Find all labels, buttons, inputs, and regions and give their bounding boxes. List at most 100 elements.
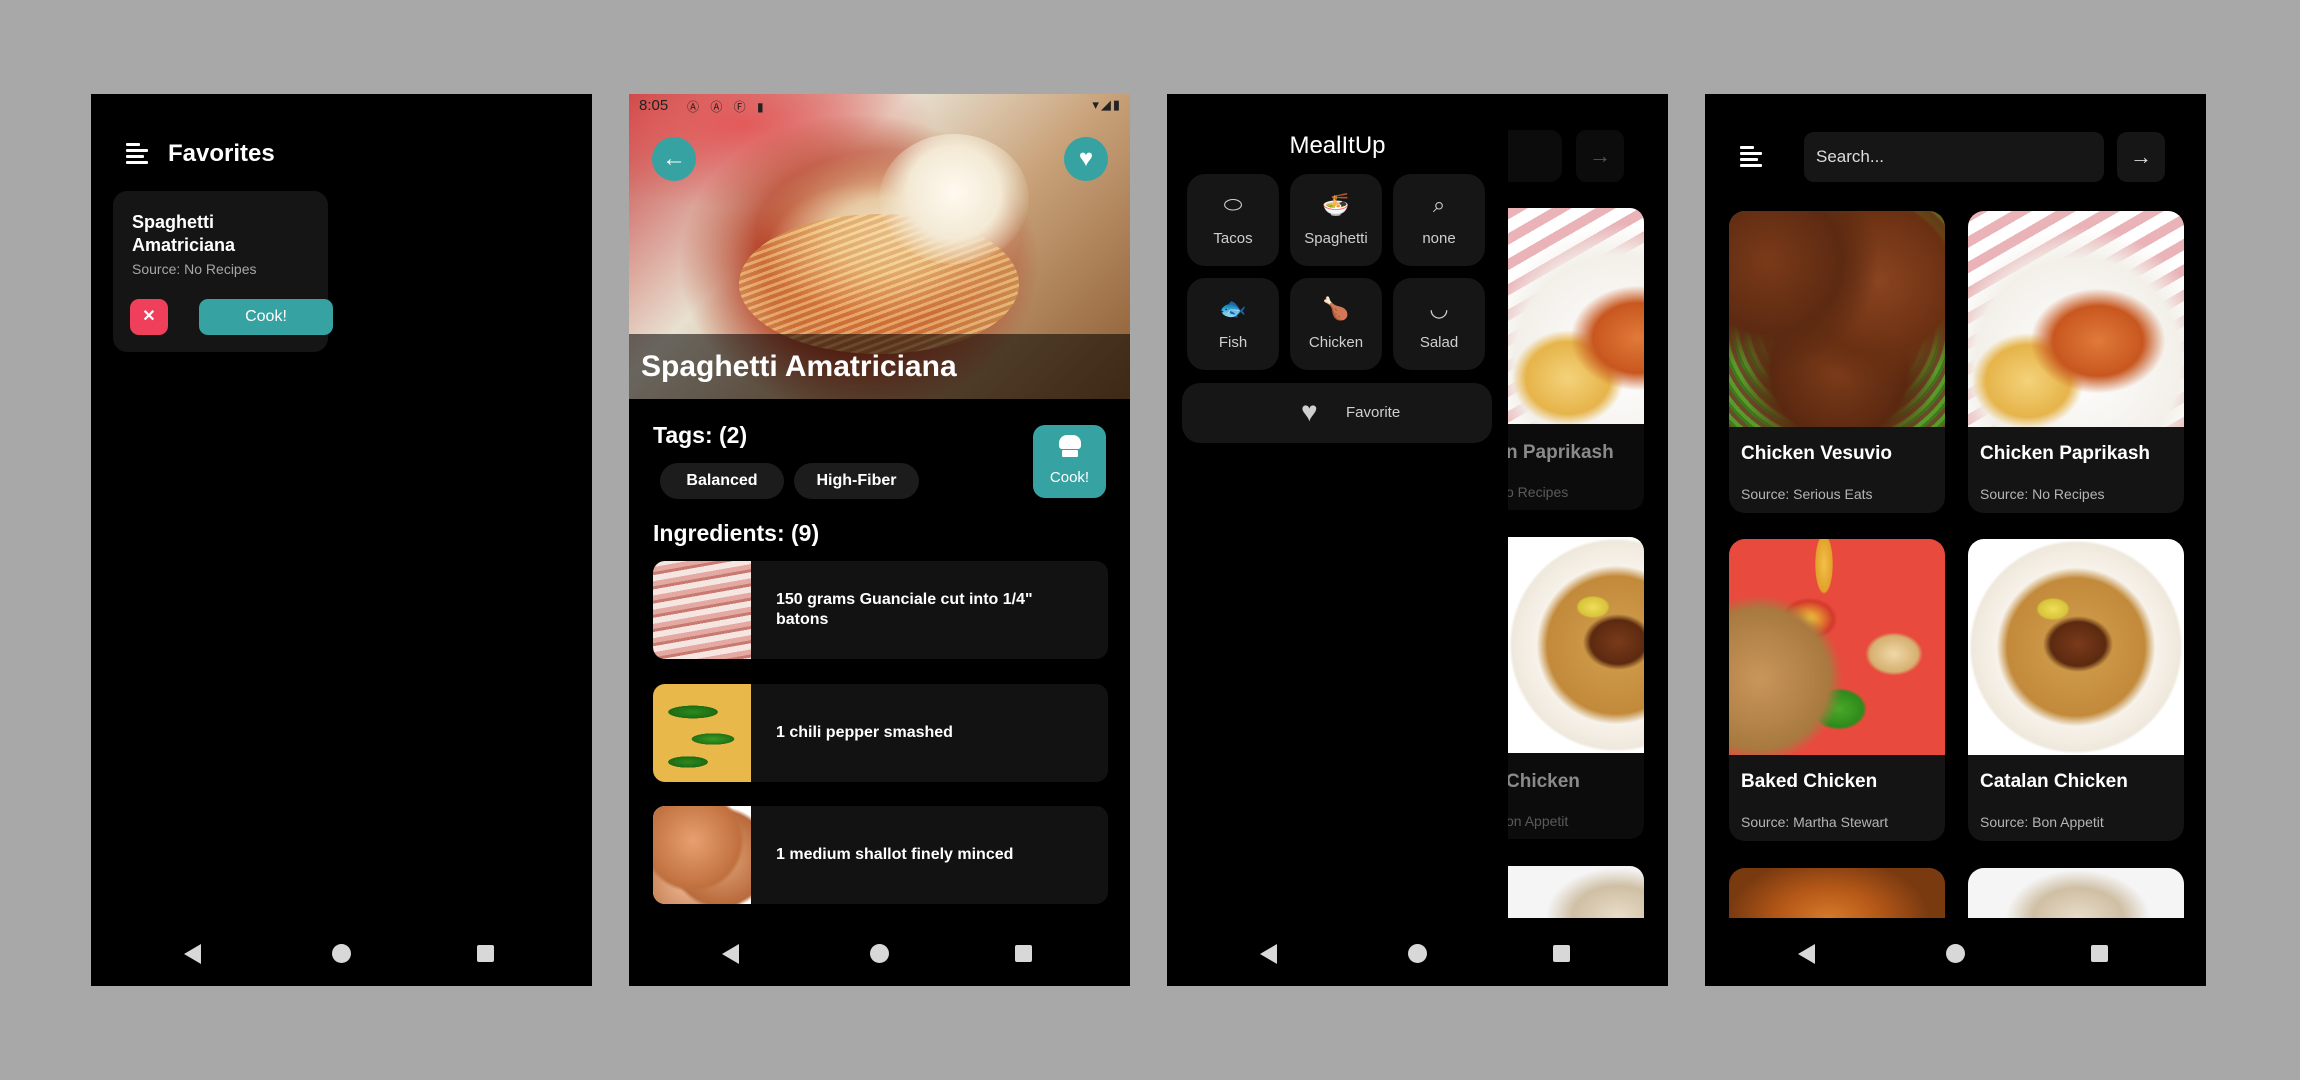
recipe-name: Baked Chicken bbox=[1741, 771, 1878, 792]
fish-icon: 🐟 bbox=[1219, 296, 1247, 321]
noodle-bowl-icon: 🍜 bbox=[1322, 192, 1350, 217]
recipe-name: Chicken Paprikash bbox=[1980, 443, 2151, 464]
recipe-card: n Paprikash o Recipes bbox=[1508, 208, 1644, 510]
category-label: Salad bbox=[1419, 334, 1459, 351]
back-arrow-icon[interactable]: ← bbox=[652, 137, 696, 181]
category-spaghetti[interactable]: 🍜 Spaghetti bbox=[1290, 174, 1382, 266]
recipe-card bbox=[1508, 866, 1644, 918]
search-input[interactable]: Search... bbox=[1804, 132, 2104, 182]
navigation-drawer: MealItUp ⬭ Tacos 🍜 Spaghetti ⌕ none 🐟 Fi… bbox=[1167, 94, 1508, 918]
recipe-photo bbox=[1729, 539, 1945, 755]
recipe-source: on Appetit bbox=[1508, 813, 1569, 829]
salad-bowl-icon: ◡ bbox=[1429, 296, 1449, 321]
tag-chip[interactable]: High-Fiber bbox=[794, 463, 919, 499]
guanciale-thumbnail bbox=[653, 561, 751, 659]
ingredients-heading: Ingredients: (9) bbox=[653, 520, 820, 546]
category-label: none bbox=[1422, 230, 1456, 247]
recipe-card[interactable]: Catalan Chicken Source: Bon Appetit bbox=[1968, 539, 2184, 841]
recipe-source: o Recipes bbox=[1508, 484, 1569, 500]
page-title: Favorites bbox=[168, 140, 275, 167]
category-label: Tacos bbox=[1213, 230, 1253, 247]
category-tacos[interactable]: ⬭ Tacos bbox=[1187, 174, 1279, 266]
status-bar: 8:05 Ⓐ Ⓐ Ⓕ ▮ ▾◢▮ bbox=[629, 94, 1130, 116]
category-fish[interactable]: 🐟 Fish bbox=[1187, 278, 1279, 370]
category-salad[interactable]: ◡ Salad bbox=[1393, 278, 1485, 370]
obscured-recipe-list: → n Paprikash o Recipes Chicken on Appet… bbox=[1508, 94, 1668, 918]
arrow-right-icon[interactable]: → bbox=[2117, 132, 2165, 182]
nav-recents-icon[interactable] bbox=[477, 945, 494, 962]
ingredient-item: 150 grams Guanciale cut into 1/4" batons bbox=[653, 561, 1108, 659]
app-title: MealItUp bbox=[1289, 132, 1386, 159]
recipe-name: Chicken Vesuvio bbox=[1741, 443, 1893, 464]
system-nav-bar bbox=[91, 918, 592, 986]
favorite-recipe-card[interactable]: Spaghetti Amatriciana Source: No Recipes… bbox=[113, 191, 333, 352]
shallot-thumbnail bbox=[653, 806, 751, 904]
battery-signal-icons: ▾◢▮ bbox=[1092, 97, 1122, 112]
recipe-hero-image: Spaghetti Amatriciana bbox=[629, 94, 1130, 399]
cook-label: Cook! bbox=[1049, 469, 1090, 486]
recipe-grid-screen: Search... → Chicken Vesuvio Source: Seri… bbox=[1705, 94, 2206, 986]
remove-favorite-button[interactable]: ✕ bbox=[130, 299, 168, 335]
category-label: Spaghetti bbox=[1304, 230, 1368, 247]
recipe-photo bbox=[1968, 211, 2184, 427]
heart-icon[interactable]: ♥ bbox=[1064, 137, 1108, 181]
nav-home-icon[interactable] bbox=[332, 944, 351, 963]
category-chicken[interactable]: 🍗 Chicken bbox=[1290, 278, 1382, 370]
system-nav-bar bbox=[1167, 918, 1668, 986]
nav-back-icon[interactable] bbox=[184, 944, 201, 964]
nav-home-icon[interactable] bbox=[870, 944, 889, 963]
favorite-button[interactable]: ♥ Favorite bbox=[1182, 383, 1492, 443]
category-label: Chicken bbox=[1308, 334, 1364, 351]
drumstick-icon: 🍗 bbox=[1322, 296, 1350, 321]
tags-heading: Tags: (2) bbox=[653, 422, 748, 448]
nav-back-icon[interactable] bbox=[722, 944, 739, 964]
recipe-title: Spaghetti Amatriciana bbox=[641, 350, 957, 383]
recipe-source: Source: Bon Appetit bbox=[1980, 814, 2104, 830]
chili-thumbnail bbox=[653, 684, 751, 782]
favorite-label: Favorite bbox=[1346, 404, 1401, 421]
recipe-name: Chicken bbox=[1508, 771, 1580, 792]
notification-icons: Ⓐ Ⓐ Ⓕ ▮ bbox=[687, 100, 768, 114]
tag-chip[interactable]: Balanced bbox=[660, 463, 784, 499]
search-icon: ⌕ bbox=[1432, 192, 1446, 217]
chef-hat-icon bbox=[1059, 435, 1081, 457]
nav-recents-icon[interactable] bbox=[1015, 945, 1032, 962]
recipe-source: Source: Serious Eats bbox=[1741, 486, 1873, 502]
recipe-source: Source: No Recipes bbox=[1980, 486, 2105, 502]
ingredient-text: 1 medium shallot finely minced bbox=[776, 846, 1014, 863]
arrow-right-icon: → bbox=[1576, 130, 1624, 182]
ingredient-item: 1 medium shallot finely minced bbox=[653, 806, 1108, 904]
recipe-card: Chicken on Appetit bbox=[1508, 537, 1644, 839]
nav-back-icon[interactable] bbox=[1260, 944, 1277, 964]
recipe-photo bbox=[1968, 539, 2184, 755]
ingredient-text: 150 grams Guanciale cut into 1/4" batons bbox=[776, 591, 1033, 628]
recipe-detail-screen: Spaghetti Amatriciana 8:05 Ⓐ Ⓐ Ⓕ ▮ ▾◢▮ ←… bbox=[629, 94, 1130, 986]
recipe-card[interactable]: Baked Chicken Source: Martha Stewart bbox=[1729, 539, 1945, 841]
ingredient-text: 1 chili pepper smashed bbox=[776, 724, 953, 741]
menu-icon[interactable] bbox=[1740, 146, 1764, 167]
category-none[interactable]: ⌕ none bbox=[1393, 174, 1485, 266]
recipe-name: Catalan Chicken bbox=[1980, 771, 2128, 792]
taco-icon: ⬭ bbox=[1223, 192, 1243, 217]
system-nav-bar bbox=[629, 918, 1130, 986]
system-nav-bar bbox=[1705, 918, 2206, 986]
nav-recents-icon[interactable] bbox=[2091, 945, 2108, 962]
recipe-name: Spaghetti Amatriciana bbox=[132, 212, 236, 255]
menu-icon[interactable] bbox=[126, 143, 150, 164]
heart-icon: ♥ bbox=[1301, 396, 1318, 427]
nav-home-icon[interactable] bbox=[1946, 944, 1965, 963]
recipe-source: Source: No Recipes bbox=[132, 261, 257, 277]
status-time: 8:05 bbox=[639, 97, 669, 114]
ingredient-item: 1 chili pepper smashed bbox=[653, 684, 1108, 782]
recipe-photo bbox=[1729, 211, 1945, 427]
nav-recents-icon[interactable] bbox=[1553, 945, 1570, 962]
recipe-card[interactable]: Chicken Vesuvio Source: Serious Eats bbox=[1729, 211, 1945, 513]
search-input bbox=[1508, 130, 1562, 182]
cook-button[interactable]: Cook! bbox=[1033, 425, 1106, 498]
nav-home-icon[interactable] bbox=[1408, 944, 1427, 963]
recipe-name: n Paprikash bbox=[1508, 442, 1614, 463]
category-label: Fish bbox=[1218, 334, 1248, 351]
nav-back-icon[interactable] bbox=[1798, 944, 1815, 964]
cook-button[interactable]: Cook! bbox=[199, 299, 333, 335]
recipe-card[interactable]: Chicken Paprikash Source: No Recipes bbox=[1968, 211, 2184, 513]
